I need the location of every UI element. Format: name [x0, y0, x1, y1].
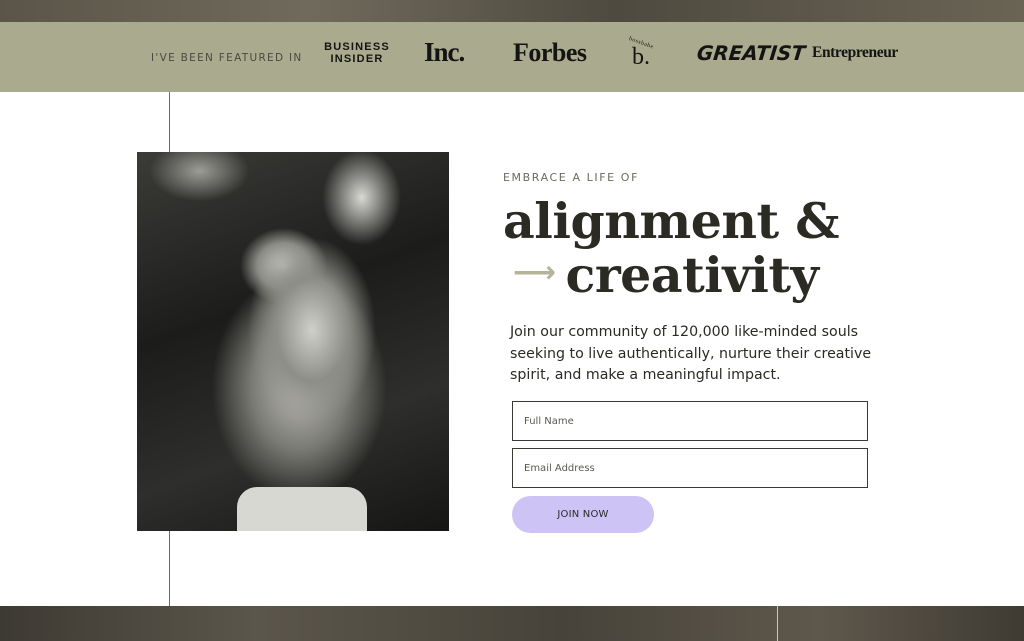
hero-headline-line2: creativity	[565, 246, 820, 304]
email-input[interactable]	[512, 448, 868, 488]
inc-logo: Inc.	[424, 37, 465, 67]
bossbabe-logo: bossbabe b.	[628, 36, 664, 72]
arrow-right-icon: ⟶	[513, 255, 556, 290]
hero-portrait-photo	[137, 152, 449, 531]
entrepreneur-logo: Entrepreneur	[812, 44, 898, 61]
featured-in-label: I'VE BEEN FEATURED IN	[151, 52, 303, 64]
portrait-figure-lower	[237, 487, 367, 531]
top-background-strip	[0, 0, 1024, 22]
hero-headline: alignment & ⟶ creativity	[503, 196, 839, 301]
hero-description: Join our community of 120,000 like-minde…	[510, 324, 872, 383]
bossbabe-logo-mark: b.	[632, 44, 650, 70]
hero-headline-line2-wrap: ⟶ creativity	[503, 247, 839, 301]
hero-eyebrow: EMBRACE A LIFE OF	[503, 171, 639, 184]
portrait-figure	[232, 222, 392, 531]
business-insider-logo-text: BUSINESS INSIDER	[324, 41, 390, 65]
full-name-input[interactable]	[512, 401, 868, 441]
decorative-vertical-line-bottom	[777, 606, 778, 641]
bottom-background-strip	[0, 606, 1024, 641]
greatist-logo: GREATIST	[695, 41, 807, 65]
business-insider-logo: BUSINESS INSIDER	[323, 41, 391, 65]
hero-headline-line1: alignment &	[503, 192, 839, 250]
featured-in-bar: I'VE BEEN FEATURED IN BUSINESS INSIDER I…	[0, 22, 1024, 92]
forbes-logo: Forbes	[513, 38, 587, 67]
join-now-button[interactable]: JOIN NOW	[512, 496, 654, 533]
